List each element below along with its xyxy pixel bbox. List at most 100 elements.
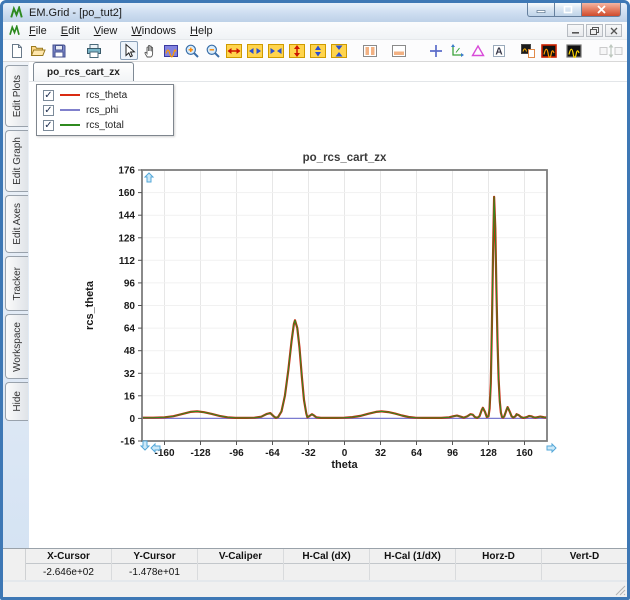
axis-scale-handle [139, 440, 151, 451]
select-cursor-button[interactable] [120, 41, 138, 60]
status-value [542, 564, 627, 580]
svg-text:96: 96 [124, 278, 136, 289]
legend-checkbox-rcs_theta[interactable]: ✓ [43, 89, 54, 101]
legend-item-rcs_theta: ✓ rcs_theta [43, 89, 167, 101]
fit-x-button[interactable] [267, 41, 285, 60]
menu-help[interactable]: Help [183, 24, 220, 38]
copy-graph-button[interactable] [519, 41, 537, 60]
status-header: H-Cal (dX) [284, 549, 369, 564]
svg-text:160: 160 [516, 448, 533, 459]
menu-windows[interactable]: Windows [124, 24, 183, 38]
menu-view[interactable]: View [87, 24, 125, 38]
legend-line-sample [60, 109, 80, 111]
status-value [370, 564, 455, 580]
tab-po-rcs-cart-zx[interactable]: po_rcs_cart_zx [33, 62, 134, 81]
split-vertical-button[interactable] [361, 41, 379, 60]
status-value [456, 564, 541, 580]
svg-text:32: 32 [375, 448, 387, 459]
legend-checkbox-rcs_phi[interactable]: ✓ [43, 104, 54, 116]
shrink-y-button[interactable] [309, 41, 327, 60]
dock-tab-tracker[interactable]: Tracker [5, 256, 28, 311]
plot-window-button[interactable] [540, 41, 558, 60]
graph-page: po_rcs_cart_zx ✓ rcs_theta ✓ rcs_phi ✓ rcs_to… [29, 62, 627, 548]
legend-box: ✓ rcs_theta ✓ rcs_phi ✓ rcs_total [36, 84, 174, 136]
client-area: Edit Plots Edit Graph Edit Axes Tracker Work… [3, 62, 627, 548]
svg-text:0: 0 [342, 448, 348, 459]
svg-text:-16: -16 [121, 437, 136, 448]
plot-canvas[interactable]: -16 0 -128 -96 -64 -32 0 32 64 96 128 160 176 160 144 1… [79, 148, 564, 470]
legend-checkbox-rcs_total[interactable]: ✓ [43, 119, 54, 131]
mdi-minimize-button[interactable] [567, 24, 584, 37]
status-value [198, 564, 283, 580]
window-title: EM.Grid - [po_tut2] [29, 6, 122, 19]
dock-tab-edit-axes[interactable]: Edit Axes [5, 195, 28, 253]
axis-scale-handle [546, 442, 557, 454]
minimize-button[interactable] [527, 3, 555, 17]
new-plot-button[interactable] [565, 41, 583, 60]
dock-tab-hide[interactable]: Hide [5, 382, 28, 421]
add-text-button[interactable]: A [490, 41, 508, 60]
legend-label: rcs_total [86, 119, 124, 131]
zoom-window-button[interactable] [162, 41, 180, 60]
svg-text:-64: -64 [265, 448, 280, 459]
svg-text:-96: -96 [229, 448, 244, 459]
status-column-h-cal-dx-: H-Cal (dX) [283, 549, 369, 580]
dock-tab-label: Workspace [11, 321, 23, 372]
window-controls [527, 3, 621, 17]
mdi-close-button[interactable] [605, 24, 622, 37]
zoom-in-button[interactable] [183, 41, 201, 60]
menu-bar: File Edit View Windows Help [3, 22, 627, 40]
add-shape-button[interactable] [469, 41, 487, 60]
split-horizontal-button[interactable] [390, 41, 408, 60]
svg-text:144: 144 [118, 211, 135, 222]
zoom-out-button[interactable] [204, 41, 222, 60]
menu-edit[interactable]: Edit [54, 24, 87, 38]
legend-line-sample [60, 124, 80, 126]
save-button[interactable] [50, 41, 68, 60]
svg-text:128: 128 [480, 448, 497, 459]
cursor-status-table: X-Cursor -2.646e+02 Y-Cursor -1.478e+01 V-Ca… [3, 548, 627, 580]
title-bar[interactable]: EM.Grid - [po_tut2] [3, 3, 627, 22]
menu-file[interactable]: File [22, 24, 54, 38]
add-marker-button[interactable] [427, 41, 445, 60]
svg-text:96: 96 [447, 448, 459, 459]
maximize-button[interactable] [555, 3, 581, 17]
svg-text:128: 128 [118, 233, 135, 244]
print-button[interactable] [85, 41, 103, 60]
status-value: -2.646e+02 [43, 566, 94, 578]
resize-grip[interactable] [614, 584, 626, 596]
status-column-horz-d: Horz-D [455, 549, 541, 580]
svg-text:64: 64 [124, 324, 136, 335]
shrink-x-button[interactable] [246, 41, 264, 60]
mdi-restore-button[interactable] [586, 24, 603, 37]
legend-item-rcs_total: ✓ rcs_total [43, 119, 167, 131]
svg-text:48: 48 [124, 346, 136, 357]
open-file-button[interactable] [29, 41, 47, 60]
close-button[interactable] [581, 3, 621, 17]
expand-y-button[interactable] [288, 41, 306, 60]
add-axes-button[interactable] [448, 41, 466, 60]
svg-text:64: 64 [411, 448, 423, 459]
fit-y-button[interactable] [330, 41, 348, 60]
dock-tab-label: Edit Axes [11, 203, 23, 245]
dock-tab-workspace[interactable]: Workspace [5, 314, 28, 379]
status-bar [3, 580, 627, 597]
dock-tab-edit-plots[interactable]: Edit Plots [5, 65, 28, 127]
svg-text:32: 32 [124, 369, 136, 380]
svg-text:A: A [495, 46, 502, 57]
svg-text:-32: -32 [301, 448, 316, 459]
legend-label: rcs_phi [86, 104, 119, 116]
status-value [284, 564, 369, 580]
status-header: H-Cal (1/dX) [370, 549, 455, 564]
expand-x-button[interactable] [225, 41, 243, 60]
status-header: V-Caliper [198, 549, 283, 564]
pan-button[interactable] [141, 41, 159, 60]
menu-items: File Edit View Windows Help [22, 24, 220, 38]
status-column-h-cal-1-dx-: H-Cal (1/dX) [369, 549, 455, 580]
plot-title: po_rcs_cart_zx [303, 152, 387, 164]
dock-tab-label: Edit Plots [11, 74, 23, 118]
new-document-button[interactable] [8, 41, 26, 60]
axis-scale-handle [143, 172, 155, 183]
dock-tab-edit-graph[interactable]: Edit Graph [5, 130, 28, 192]
svg-text:176: 176 [118, 166, 135, 177]
